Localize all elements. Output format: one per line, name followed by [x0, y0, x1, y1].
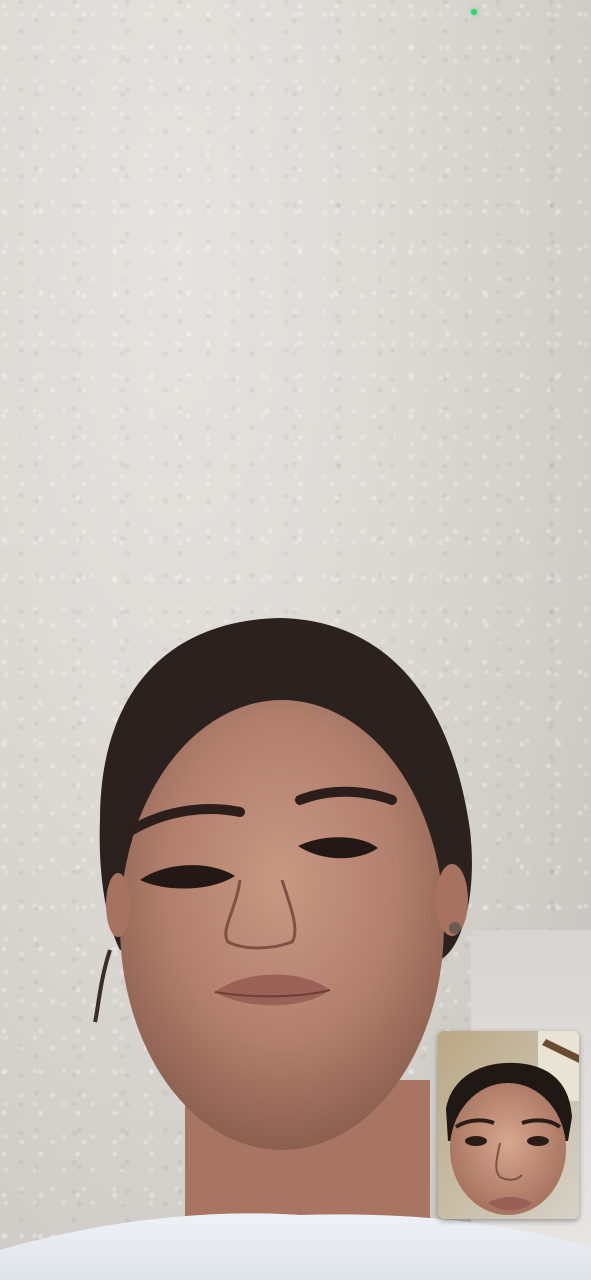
- camera-active-indicator: [471, 9, 477, 15]
- self-face: [450, 1083, 566, 1215]
- face: [120, 700, 444, 1150]
- self-preview-video[interactable]: [438, 1031, 579, 1219]
- earring: [449, 922, 461, 934]
- ear-left: [106, 873, 130, 937]
- hair-strand: [93, 949, 112, 1023]
- video-call-screen: [0, 0, 591, 1280]
- self-preview-image: [438, 1031, 579, 1219]
- shirt: [0, 1213, 591, 1280]
